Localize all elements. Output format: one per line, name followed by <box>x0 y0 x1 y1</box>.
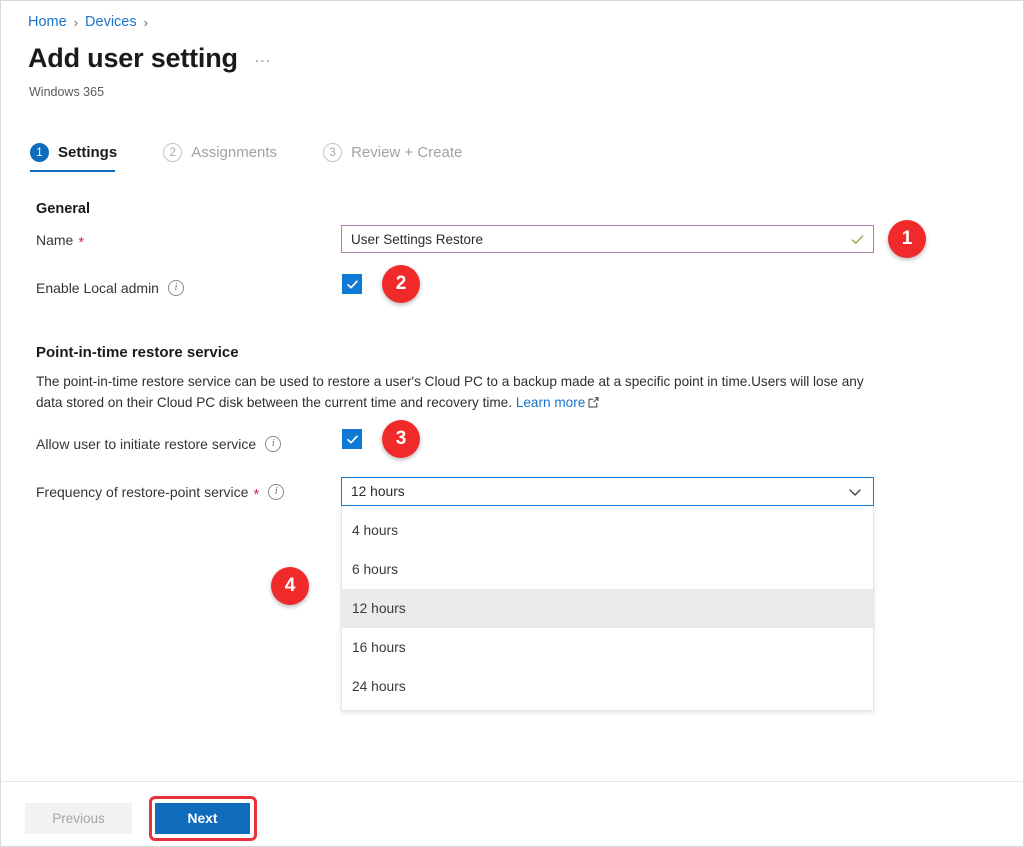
breadcrumb-item-devices[interactable]: Devices <box>85 14 137 30</box>
step-number-badge: 2 <box>163 143 183 162</box>
frequency-option[interactable]: 4 hours <box>342 511 873 550</box>
restore-description: The point-in-time restore service can be… <box>36 371 881 414</box>
info-icon[interactable]: i <box>265 436 282 452</box>
breadcrumb: Home › Devices › <box>28 14 155 30</box>
step-number-badge: 1 <box>30 143 49 162</box>
frequency-option[interactable]: 6 hours <box>342 550 873 589</box>
breadcrumb-separator-icon: › <box>143 14 148 30</box>
frequency-selected-value: 12 hours <box>351 484 405 499</box>
tab-assignments[interactable]: 2 Assignments <box>163 143 277 172</box>
allow-user-restore-label-text: Allow user to initiate restore service <box>36 436 257 452</box>
local-admin-label-text: Enable Local admin <box>36 280 159 296</box>
annotation-badge-4: 4 <box>271 567 309 605</box>
footer-divider <box>2 781 1022 782</box>
frequency-select[interactable]: 12 hours <box>341 477 874 506</box>
section-title-restore: Point-in-time restore service <box>36 344 239 361</box>
name-input-value: User Settings Restore <box>351 231 484 247</box>
allow-user-restore-label: Allow user to initiate restore service i <box>36 436 282 452</box>
local-admin-field-label: Enable Local admin i <box>36 280 184 296</box>
wizard-tabs: 1 Settings 2 Assignments 3 Review + Crea… <box>30 143 508 172</box>
info-icon[interactable]: i <box>268 484 285 500</box>
frequency-options-list[interactable]: 4 hours 6 hours 12 hours 16 hours 24 hou… <box>341 506 874 711</box>
next-button[interactable]: Next <box>155 803 250 834</box>
breadcrumb-item-home[interactable]: Home <box>28 14 67 30</box>
tab-label: Settings <box>58 144 118 161</box>
external-link-icon <box>588 393 599 414</box>
page-title: Add user setting <box>28 43 238 73</box>
checkmark-icon <box>346 279 358 289</box>
name-input[interactable]: User Settings Restore <box>341 225 874 253</box>
info-icon[interactable]: i <box>167 280 184 296</box>
previous-button[interactable]: Previous <box>25 803 132 834</box>
name-label-text: Name <box>36 232 74 248</box>
overflow-menu-icon[interactable]: … <box>254 47 272 67</box>
frequency-option-selected[interactable]: 12 hours <box>342 589 873 628</box>
enable-local-admin-checkbox[interactable] <box>342 274 362 294</box>
tab-settings[interactable]: 1 Settings <box>30 143 117 172</box>
annotation-badge-2: 2 <box>382 265 420 303</box>
required-indicator: * <box>78 233 85 251</box>
tab-label: Assignments <box>191 144 278 161</box>
required-indicator: * <box>253 485 260 503</box>
frequency-label-text: Frequency of restore-point service <box>36 484 249 500</box>
tab-review-create[interactable]: 3 Review + Create <box>323 143 462 172</box>
name-field-label: Name * <box>36 232 85 251</box>
breadcrumb-separator-icon: › <box>73 14 79 30</box>
annotation-badge-1: 1 <box>888 220 926 258</box>
section-title-general: General <box>36 201 90 217</box>
page-subtitle: Windows 365 <box>29 85 105 99</box>
frequency-field-label: Frequency of restore-point service * i <box>36 484 285 503</box>
azure-portal-blade: Home › Devices › Add user setting … Wind… <box>0 0 1024 847</box>
chevron-down-icon <box>849 488 861 496</box>
frequency-option[interactable]: 16 hours <box>342 628 873 667</box>
annotation-badge-3: 3 <box>382 420 420 458</box>
step-number-badge: 3 <box>323 143 343 162</box>
learn-more-link[interactable]: Learn more <box>516 395 586 410</box>
checkmark-icon <box>346 434 358 444</box>
allow-user-restore-checkbox[interactable] <box>342 429 362 449</box>
restore-description-text: The point-in-time restore service can be… <box>36 374 864 410</box>
page-header: Add user setting … <box>28 45 272 72</box>
valid-check-icon <box>851 234 864 244</box>
tab-label: Review + Create <box>351 144 463 161</box>
frequency-option[interactable]: 24 hours <box>342 667 873 706</box>
